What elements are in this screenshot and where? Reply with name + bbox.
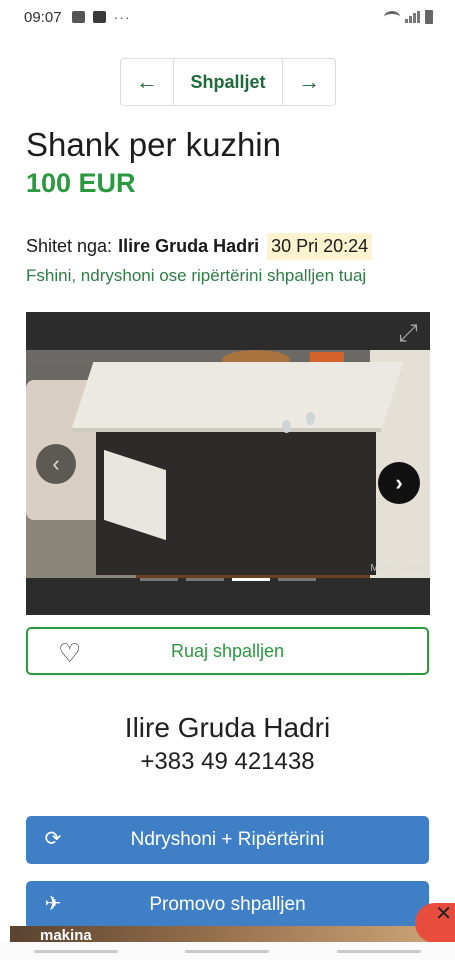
gallery-next-button[interactable]: › — [378, 462, 420, 504]
rocket-icon: ✈ — [44, 893, 62, 915]
next-listing-button[interactable]: → — [283, 59, 335, 105]
home-button[interactable] — [185, 949, 270, 953]
listing-title: Shank per kuzhin — [26, 126, 281, 163]
more-notifications-icon: ··· — [113, 9, 131, 25]
ad-text: makina — [40, 927, 92, 942]
refresh-icon: ⟳ — [44, 828, 62, 850]
status-time: 09:07 — [24, 8, 62, 26]
photo-watermark: Merrjep.com — [370, 563, 426, 574]
edit-listing-link[interactable]: Fshini, ndryshoni ose ripërtërini shpall… — [26, 266, 366, 286]
photo-cabinet-top — [70, 362, 404, 432]
photo-knob — [282, 420, 291, 433]
back-button[interactable] — [337, 949, 422, 953]
close-icon: ✕ — [435, 903, 452, 925]
chevron-right-icon: › — [395, 470, 403, 495]
renew-listing-button[interactable]: ⟳ Ndryshoni + Ripërtërini — [26, 816, 429, 864]
seller-name: Ilire Gruda Hadri — [118, 236, 260, 256]
wifi-icon — [384, 11, 400, 23]
image-gallery[interactable]: Merrjep.com ⤢ ‹ › — [26, 312, 430, 615]
signal-icon — [405, 11, 420, 23]
gallery-dot[interactable] — [186, 578, 224, 581]
contact-phone[interactable]: +383 49 421438 — [0, 748, 455, 776]
heart-icon: ♡ — [58, 638, 82, 668]
battery-icon — [425, 10, 433, 24]
listing-price: 100 EUR — [26, 168, 136, 198]
system-nav-bar — [0, 942, 455, 960]
ad-close-button[interactable]: ✕ — [415, 903, 455, 943]
status-bar: 09:07 ··· — [0, 0, 455, 34]
contact-name: Ilire Gruda Hadri — [124, 712, 331, 743]
promote-label: Promovo shpalljen — [149, 894, 306, 915]
facebook-notification-icon — [92, 11, 106, 23]
gallery-dot[interactable] — [278, 578, 316, 581]
arrow-right-icon: → — [298, 69, 320, 94]
expand-icon[interactable]: ⤢ — [394, 320, 422, 348]
gallery-prev-button[interactable]: ‹ — [36, 444, 76, 484]
listings-button[interactable]: Shpalljet — [173, 59, 283, 105]
save-listing-button[interactable]: ♡ Ruaj shpalljen — [26, 627, 429, 675]
gallery-dot[interactable] — [232, 578, 270, 581]
gallery-dot[interactable] — [140, 578, 178, 581]
arrow-left-icon: ← — [136, 69, 158, 94]
promote-listing-button[interactable]: ✈ Promovo shpalljen — [26, 881, 429, 929]
listing-date: 30 Pri 20:24 — [267, 233, 373, 260]
recent-apps-button[interactable] — [33, 949, 118, 953]
listing-photo: Merrjep.com — [26, 350, 430, 578]
gallery-notification-icon — [71, 11, 85, 23]
previous-listing-button[interactable]: ← — [121, 59, 173, 105]
renew-label: Ndryshoni + Ripërtërini — [130, 829, 325, 850]
save-listing-label: Ruaj shpalljen — [170, 640, 285, 661]
listing-pager: ← Shpalljet → — [120, 58, 336, 106]
photo-knob — [306, 412, 315, 425]
seller-prefix: Shitet nga: — [26, 236, 113, 256]
ad-banner[interactable]: makina — [10, 926, 455, 942]
seller-info: Shitet nga: Ilire Gruda Hadri 30 Pri 20:… — [26, 233, 373, 260]
chevron-left-icon: ‹ — [52, 451, 60, 476]
gallery-indicators — [26, 578, 430, 581]
